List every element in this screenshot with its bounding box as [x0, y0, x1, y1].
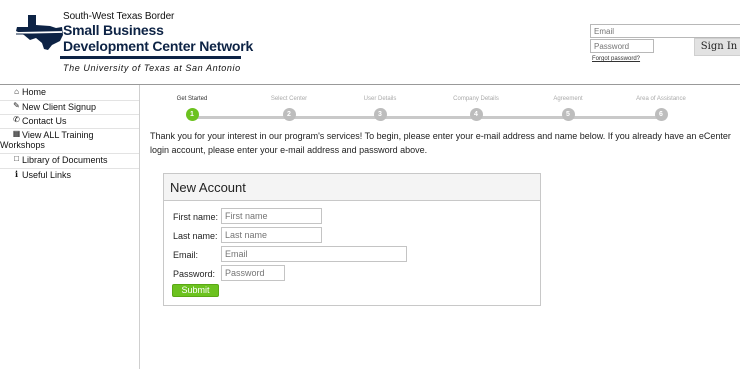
step-company-details: Company Details 4: [436, 95, 516, 121]
step-agreement: Agreement 5: [528, 95, 608, 121]
sidebar-item-label: New Client Signup: [22, 102, 97, 112]
step-number-badge: 1: [185, 108, 199, 121]
sidebar-item-label: Library of Documents: [22, 155, 108, 165]
email-label: Email:: [173, 250, 199, 260]
org-name-line1: South-West Texas Border: [63, 11, 175, 22]
site-header: South-West Texas Border Small Business D…: [0, 0, 740, 85]
step-user-details: User Details 3: [340, 95, 420, 121]
sidebar-item-home[interactable]: ⌂ Home: [0, 87, 139, 97]
step-number-badge: 6: [654, 108, 668, 121]
phone-icon: ✆: [13, 115, 20, 124]
sidebar-item-label-continued: Workshops: [0, 140, 45, 150]
step-number-badge: 4: [469, 108, 483, 121]
calendar-icon: ▦: [12, 129, 21, 138]
first-name-field[interactable]: [221, 208, 322, 224]
document-icon: □: [14, 154, 19, 163]
step-label: Company Details: [453, 96, 499, 102]
signup-progress-steps: Get Started 1 Select Center 2 User Detai…: [150, 95, 730, 125]
submit-button[interactable]: Submit: [172, 284, 219, 297]
password-label: Password:: [173, 269, 216, 279]
logo-divider: [60, 56, 241, 59]
sidebar-item-label: View ALL Training: [22, 130, 94, 140]
sidebar-item-useful-links[interactable]: i Useful Links: [0, 168, 139, 180]
step-area-of-assistance: Area of Assistance 6: [621, 95, 701, 121]
step-get-started: Get Started 1: [152, 95, 232, 121]
step-number-badge: 5: [561, 108, 575, 121]
step-label: Area of Assistance: [636, 96, 686, 102]
sidebar-item-label: Home: [22, 87, 47, 97]
login-email-input[interactable]: [590, 24, 740, 38]
org-name-line3: Development Center Network: [63, 38, 254, 54]
panel-header: New Account: [164, 174, 540, 201]
panel-title: New Account: [170, 180, 246, 195]
org-subtitle: The University of Texas at San Antonio: [63, 63, 241, 73]
home-icon: ⌂: [14, 87, 19, 96]
step-label: Agreement: [553, 96, 583, 102]
pencil-icon: ✎: [13, 101, 20, 110]
step-number-badge: 3: [373, 108, 387, 121]
sidebar-nav: ⌂ Home ✎ New Client Signup ✆ Contact Us …: [0, 85, 140, 369]
sidebar-item-label: Useful Links: [22, 170, 72, 180]
first-name-label: First name:: [173, 212, 219, 222]
sidebar-item-new-client-signup[interactable]: ✎ New Client Signup: [0, 100, 139, 112]
sign-in-button[interactable]: Sign In: [694, 38, 740, 56]
forgot-password-link[interactable]: Forgot password?: [592, 56, 640, 62]
last-name-label: Last name:: [173, 231, 218, 241]
sidebar-item-label: Contact Us: [22, 116, 67, 126]
step-number-badge: 2: [282, 108, 296, 121]
step-label: Get Started: [176, 96, 208, 102]
info-icon: i: [14, 169, 19, 179]
texas-map-logo: [14, 15, 63, 50]
password-field[interactable]: [221, 265, 285, 281]
step-label: User Details: [363, 96, 397, 102]
sidebar-item-contact-us[interactable]: ✆ Contact Us: [0, 114, 139, 126]
email-field[interactable]: [221, 246, 407, 262]
sidebar-item-training-workshops[interactable]: ▦ View ALL Training Workshops: [0, 128, 139, 150]
sidebar-item-library-of-documents[interactable]: □ Library of Documents: [0, 153, 139, 165]
last-name-field[interactable]: [221, 227, 322, 243]
intro-text: Thank you for your interest in our progr…: [150, 131, 731, 155]
login-password-input[interactable]: [590, 39, 654, 53]
step-select-center: Select Center 2: [249, 95, 329, 121]
step-label: Select Center: [270, 96, 308, 102]
org-name-line2: Small Business: [63, 22, 164, 38]
new-account-panel: New Account First name: Last name: Email…: [163, 173, 541, 306]
